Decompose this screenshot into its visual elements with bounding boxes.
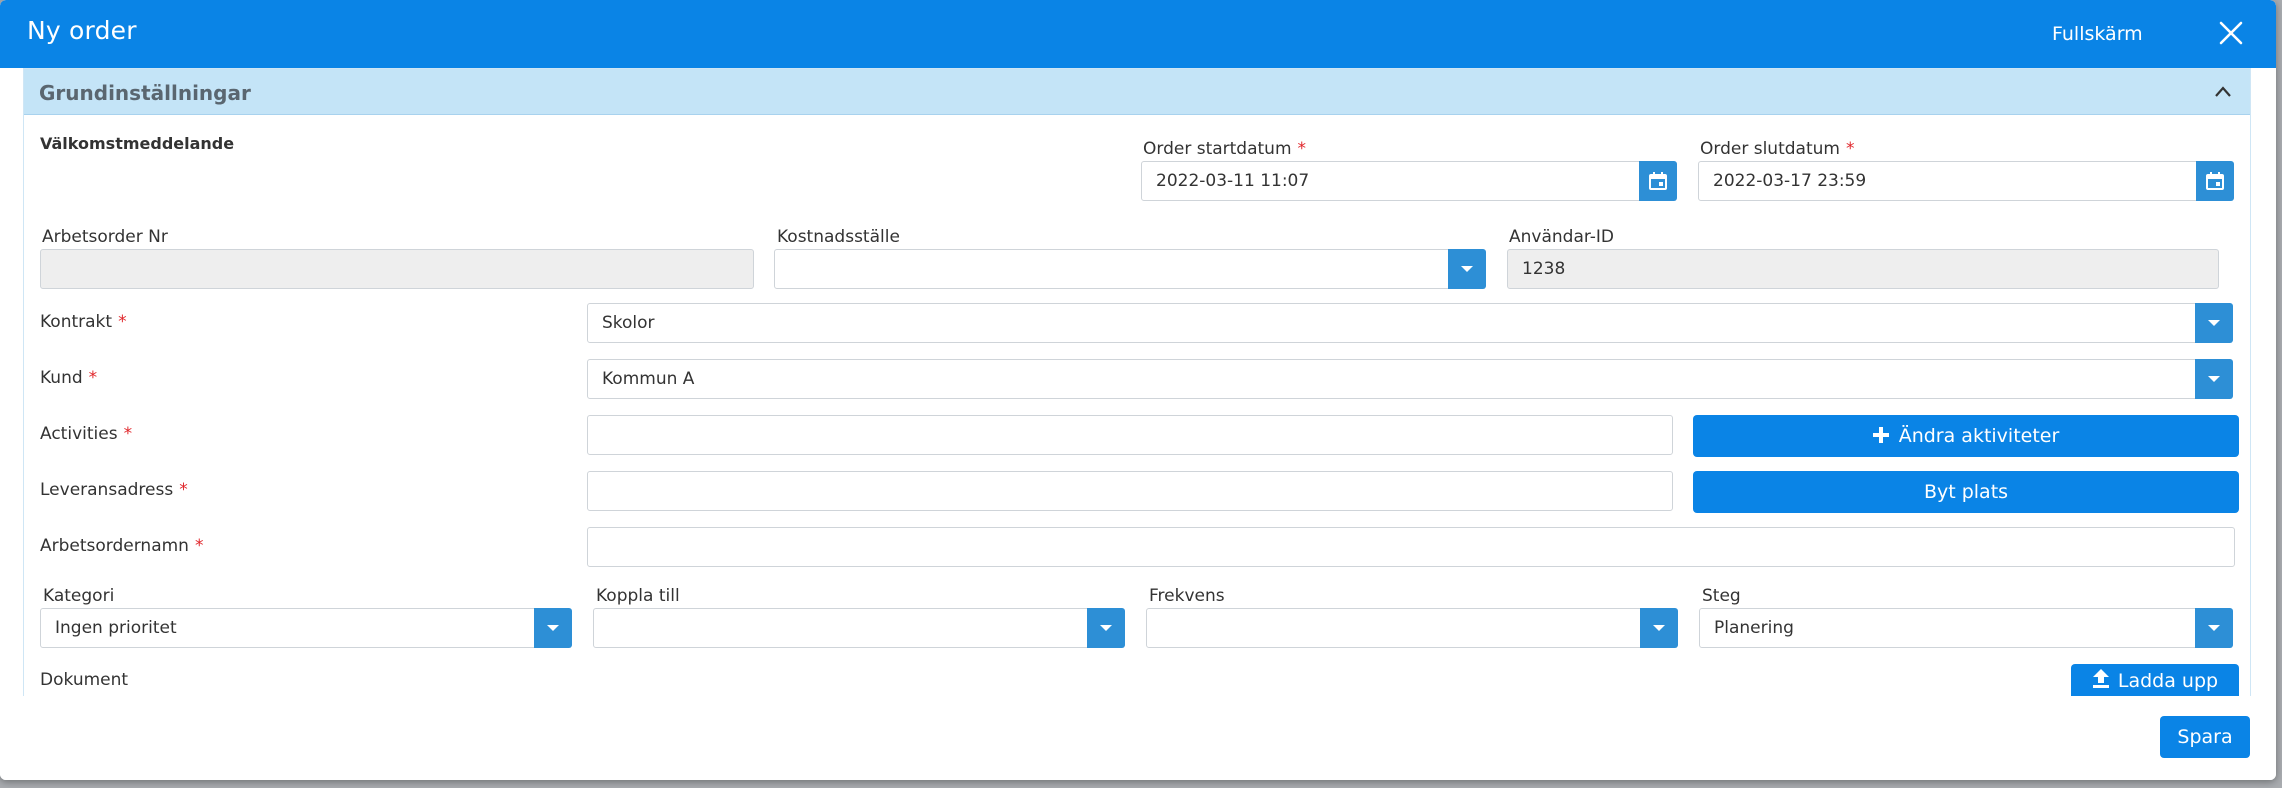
delivery-address-input[interactable]: [587, 471, 1673, 511]
cost-center-dropdown-button[interactable]: [1448, 249, 1486, 289]
contract-label: Kontrakt *: [40, 312, 127, 332]
chevron-up-icon[interactable]: [2214, 83, 2232, 101]
user-id-input: 1238: [1507, 249, 2219, 289]
change-location-button[interactable]: Byt plats: [1693, 471, 2239, 513]
frequency-dropdown-button[interactable]: [1640, 608, 1678, 648]
documents-label: Dokument: [40, 670, 129, 690]
step-label: Steg: [1702, 586, 1741, 606]
frequency-label: Frekvens: [1149, 586, 1225, 606]
cost-center-select[interactable]: [774, 249, 1464, 289]
change-activities-label: Ändra aktiviteter: [1898, 425, 2060, 447]
activities-input[interactable]: [587, 415, 1673, 455]
connect-to-select[interactable]: [593, 608, 1113, 648]
delivery-address-label: Leveransadress *: [40, 480, 188, 500]
new-order-dialog: Ny order Fullskärm Grundinställningar Vä…: [0, 0, 2276, 780]
calendar-icon: [2206, 172, 2224, 190]
customer-label: Kund *: [40, 368, 98, 388]
dialog-footer: Spara: [0, 696, 2276, 780]
work-order-nr-label: Arbetsorder Nr: [42, 227, 168, 247]
panel-title: Grundinställningar: [39, 81, 251, 105]
category-dropdown-button[interactable]: [534, 608, 572, 648]
order-end-calendar-button[interactable]: [2196, 161, 2234, 201]
order-start-calendar-button[interactable]: [1639, 161, 1677, 201]
customer-dropdown-button[interactable]: [2195, 359, 2233, 399]
upload-button[interactable]: Ladda upp: [2071, 664, 2239, 696]
upload-icon: [2092, 669, 2109, 688]
calendar-icon: [1649, 172, 1667, 190]
order-end-label: Order slutdatum *: [1700, 139, 1855, 159]
upload-label: Ladda upp: [2117, 670, 2219, 692]
change-activities-button[interactable]: Ändra aktiviteter: [1693, 415, 2239, 457]
panel-header[interactable]: Grundinställningar: [24, 69, 2250, 115]
order-start-label: Order startdatum *: [1143, 139, 1307, 159]
connect-to-dropdown-button[interactable]: [1087, 608, 1125, 648]
work-order-nr-input: [40, 249, 754, 289]
activities-label: Activities *: [40, 424, 133, 444]
step-dropdown-button[interactable]: [2195, 608, 2233, 648]
category-select[interactable]: Ingen prioritet: [40, 608, 560, 648]
order-start-input[interactable]: 2022-03-11 11:07: [1141, 161, 1665, 201]
close-icon[interactable]: [2218, 20, 2244, 46]
dialog-header: Ny order Fullskärm: [0, 0, 2276, 68]
step-select[interactable]: Planering: [1699, 608, 2221, 648]
fullscreen-button[interactable]: Fullskärm: [2052, 23, 2143, 45]
user-id-label: Användar-ID: [1509, 227, 1615, 247]
plus-icon: [1872, 427, 1889, 443]
work-order-name-input[interactable]: [587, 527, 2235, 567]
contract-select[interactable]: Skolor: [587, 303, 2209, 343]
frequency-select[interactable]: [1146, 608, 1666, 648]
welcome-message-label: Välkomstmeddelande: [40, 134, 235, 153]
dialog-title: Ny order: [27, 16, 137, 45]
customer-select[interactable]: Kommun A: [587, 359, 2209, 399]
basic-settings-panel: Grundinställningar Välkomstmeddelande Or…: [23, 68, 2251, 696]
contract-dropdown-button[interactable]: [2195, 303, 2233, 343]
dialog-body[interactable]: Grundinställningar Välkomstmeddelande Or…: [0, 68, 2276, 696]
category-label: Kategori: [43, 586, 115, 606]
connect-to-label: Koppla till: [596, 586, 680, 606]
work-order-name-label: Arbetsordernamn *: [40, 536, 204, 556]
order-end-input[interactable]: 2022-03-17 23:59: [1698, 161, 2222, 201]
cost-center-label: Kostnadsställe: [777, 227, 900, 247]
save-button[interactable]: Spara: [2160, 716, 2250, 758]
